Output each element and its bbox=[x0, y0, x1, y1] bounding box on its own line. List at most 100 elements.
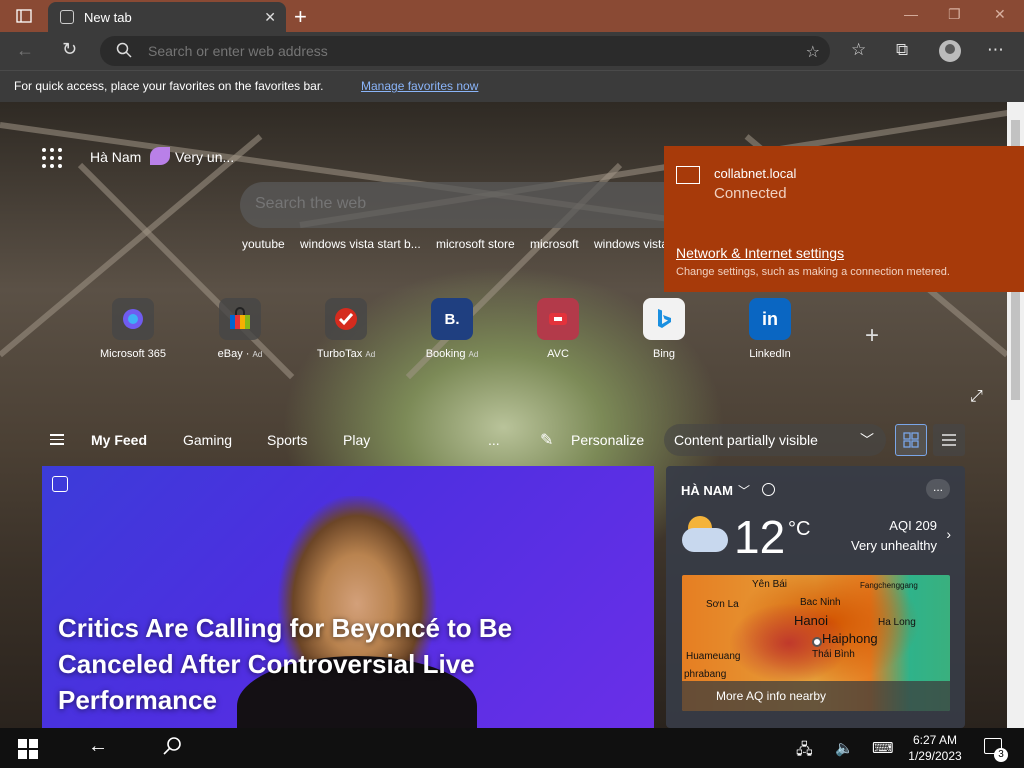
new-tab-icon bbox=[60, 10, 74, 24]
feed-tab-gaming[interactable]: Gaming bbox=[183, 432, 232, 448]
aqi-value: AQI 209 bbox=[889, 518, 937, 533]
menu-icon[interactable] bbox=[50, 434, 64, 448]
air-quality-leaf-icon bbox=[150, 147, 170, 165]
shopping-bag-icon bbox=[219, 298, 261, 340]
collections-icon[interactable]: ⧉ bbox=[896, 40, 908, 60]
feed-tab-sports[interactable]: Sports bbox=[267, 432, 307, 448]
linkedin-icon: in bbox=[749, 298, 791, 340]
clock[interactable]: 6:27 AM 1/29/2023 bbox=[900, 732, 970, 764]
personalize-button[interactable]: Personalize bbox=[571, 432, 644, 448]
weather-city[interactable]: HÀ NAM bbox=[681, 483, 733, 498]
clock-time: 6:27 AM bbox=[912, 733, 958, 747]
tile-bing[interactable]: Bing bbox=[619, 298, 709, 360]
address-bar[interactable]: ☆ bbox=[100, 36, 830, 66]
back-icon[interactable]: ← bbox=[16, 40, 34, 61]
search-icon bbox=[116, 42, 132, 63]
more-options-icon[interactable]: ⋯ bbox=[987, 40, 1004, 60]
refresh-icon[interactable]: ↻ bbox=[62, 39, 77, 60]
tile-label: LinkedIn bbox=[749, 348, 791, 360]
clock-date: 1/29/2023 bbox=[908, 749, 962, 763]
tab-new-tab[interactable]: New tab ✕ bbox=[48, 2, 286, 32]
chevron-right-icon[interactable]: › bbox=[946, 526, 951, 542]
tile-label: eBay · Ad bbox=[217, 348, 263, 360]
toolbar: ← ↻ ☆ bbox=[0, 32, 1024, 70]
taskbar: ← 🖧 🔈 ⌨ 6:27 AM 1/29/2023 3 bbox=[0, 728, 1024, 768]
bing-icon bbox=[643, 298, 685, 340]
close-window-icon[interactable]: ✕ bbox=[994, 6, 1006, 23]
favorites-icon[interactable]: ☆ bbox=[851, 40, 866, 60]
tile-label: AVC bbox=[547, 348, 569, 360]
quick-link[interactable]: microsoft store bbox=[436, 237, 515, 251]
location-label[interactable]: Hà Nam bbox=[90, 149, 141, 165]
feed-more-button[interactable]: ... bbox=[488, 432, 500, 448]
list-layout-button[interactable] bbox=[933, 424, 965, 456]
tile-label: Bing bbox=[652, 348, 676, 360]
tile-linkedin[interactable]: in LinkedIn bbox=[725, 298, 815, 360]
quick-link[interactable]: microsoft bbox=[530, 237, 579, 251]
temperature: 12 bbox=[734, 511, 786, 563]
hero-news-card[interactable]: Critics Are Calling for Beyoncé to Be Ca… bbox=[42, 466, 654, 728]
microsoft-365-icon bbox=[112, 298, 154, 340]
list-icon bbox=[942, 434, 956, 446]
turbotax-check-icon bbox=[325, 298, 367, 340]
tile-booking[interactable]: B. Booking Ad bbox=[407, 298, 497, 360]
ethernet-icon bbox=[676, 166, 700, 184]
network-status: Connected bbox=[714, 185, 787, 202]
hero-headline[interactable]: Critics Are Calling for Beyoncé to Be Ca… bbox=[58, 610, 558, 718]
favorites-bar: For quick access, place your favorites o… bbox=[0, 70, 1024, 102]
tile-microsoft-365[interactable]: Microsoft 365 bbox=[88, 298, 178, 360]
content-visibility-value: Content partially visible bbox=[674, 432, 818, 448]
content-visibility-select[interactable]: Content partially visible ﹀ bbox=[664, 424, 886, 456]
tile-turbotax[interactable]: TurboTax Ad bbox=[301, 298, 391, 360]
notification-badge: 3 bbox=[994, 748, 1008, 762]
quick-link[interactable]: youtube bbox=[242, 237, 285, 251]
expand-icon[interactable]: ⤢ bbox=[970, 388, 983, 406]
quick-link[interactable]: windows vista start b... bbox=[300, 237, 421, 251]
volume-icon[interactable]: 🔈 bbox=[835, 739, 854, 757]
quick-link[interactable]: windows vista bbox=[594, 237, 668, 251]
feed-tab-play[interactable]: Play bbox=[343, 432, 370, 448]
windows-start-icon[interactable] bbox=[18, 739, 38, 759]
network-tray-icon[interactable]: 🖧 bbox=[796, 739, 813, 764]
manage-favorites-link[interactable]: Manage favorites now bbox=[361, 79, 478, 93]
web-search-input[interactable] bbox=[255, 195, 635, 213]
add-favorite-icon[interactable]: ☆ bbox=[806, 42, 820, 62]
grid-layout-button[interactable] bbox=[895, 424, 927, 456]
feed-tab-my-feed[interactable]: My Feed bbox=[91, 432, 147, 448]
favorites-bar-hint: For quick access, place your favorites o… bbox=[14, 79, 324, 93]
restore-icon[interactable]: ❐ bbox=[948, 6, 961, 23]
close-tab-icon[interactable]: ✕ bbox=[264, 9, 276, 26]
network-name[interactable]: collabnet.local bbox=[714, 166, 796, 181]
weather-more-button[interactable]: ... bbox=[926, 479, 950, 499]
chevron-down-icon[interactable]: ﹀ bbox=[738, 482, 750, 499]
web-search-box[interactable] bbox=[240, 182, 670, 228]
globe-icon[interactable] bbox=[762, 483, 775, 496]
more-aq-link[interactable]: More AQ info nearby bbox=[682, 681, 950, 711]
add-tile-icon[interactable]: + bbox=[865, 322, 879, 350]
taskbar-search-icon[interactable] bbox=[162, 736, 182, 761]
booking-icon: B. bbox=[431, 298, 473, 340]
new-tab-button[interactable]: + bbox=[294, 4, 307, 30]
air-quality-map[interactable]: Yên Bái Fangchenggang Sơn La Bac Ninh Ha… bbox=[682, 575, 950, 711]
tile-avc[interactable]: AVC bbox=[513, 298, 603, 360]
grid-icon bbox=[903, 432, 919, 448]
tab-actions-icon[interactable] bbox=[10, 6, 38, 26]
network-settings-description: Change settings, such as making a connec… bbox=[676, 266, 950, 278]
keyboard-icon[interactable]: ⌨ bbox=[872, 739, 894, 757]
address-input[interactable] bbox=[148, 43, 748, 59]
tab-title: New tab bbox=[84, 9, 132, 25]
personalize-icon[interactable]: ✎ bbox=[540, 430, 553, 450]
avc-icon bbox=[537, 298, 579, 340]
weather-summary[interactable]: Very un... bbox=[175, 149, 234, 165]
profile-avatar[interactable] bbox=[939, 40, 961, 62]
tile-label: Booking Ad bbox=[425, 348, 479, 360]
back-arrow-icon[interactable]: ← bbox=[88, 735, 108, 758]
app-launcher-icon[interactable] bbox=[42, 148, 62, 168]
weather-card[interactable]: HÀ NAM ﹀ ... 12 °C AQI 209 Very unhealth… bbox=[666, 466, 965, 728]
network-settings-link[interactable]: Network & Internet settings bbox=[676, 245, 844, 261]
location-marker bbox=[812, 637, 822, 647]
temperature-unit[interactable]: °C bbox=[788, 518, 810, 541]
minimize-icon[interactable]: — bbox=[904, 6, 918, 22]
tile-label: Microsoft 365 bbox=[99, 348, 167, 360]
tile-ebay[interactable]: eBay · Ad bbox=[195, 298, 285, 360]
